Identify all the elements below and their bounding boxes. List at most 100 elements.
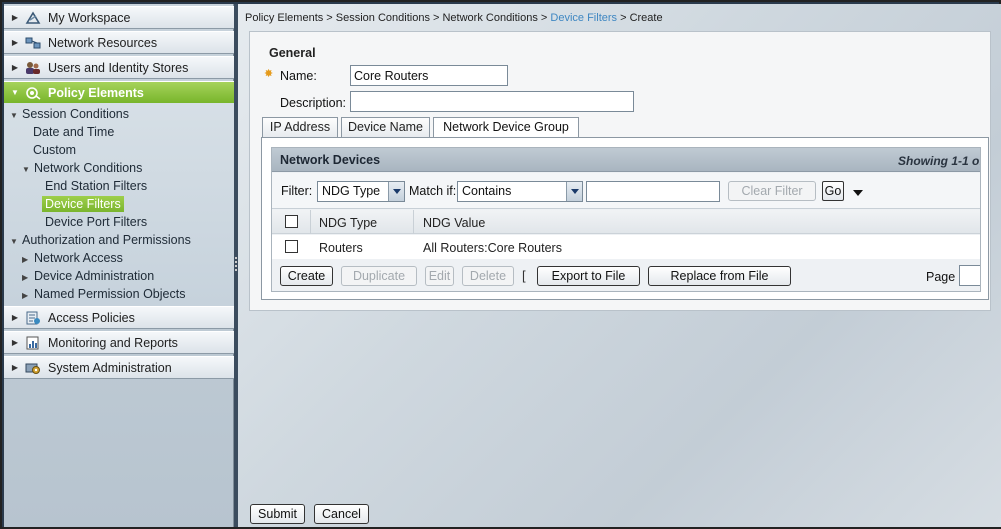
clear-filter-button[interactable]: Clear Filter: [728, 181, 816, 201]
network-resources-icon: [24, 35, 42, 51]
submit-button[interactable]: Submit: [250, 504, 305, 524]
splitter-grip: [235, 257, 237, 273]
export-to-file-button[interactable]: Export to File: [537, 266, 640, 286]
drawer-label: System Administration: [48, 360, 172, 375]
cell-ndg-value: All Routers:Core Routers: [423, 241, 562, 255]
breadcrumb-tail: > Create: [617, 12, 663, 24]
tree-collapse-icon: ▼: [22, 165, 30, 174]
chevron-down-icon: [566, 182, 582, 201]
expand-arrow-icon: ▶: [11, 313, 19, 322]
policy-elements-icon: [24, 85, 42, 101]
drawer-system-administration[interactable]: ▶ System Administration: [4, 356, 234, 379]
drawer-label: Access Policies: [48, 310, 135, 325]
match-condition-value: Contains: [462, 184, 512, 198]
expand-arrow-icon: ▶: [11, 38, 19, 47]
create-button[interactable]: Create: [280, 266, 333, 286]
tab-network-device-group[interactable]: Network Device Group: [433, 117, 579, 139]
filter-text-input[interactable]: [586, 181, 720, 202]
chevron-down-icon: [388, 182, 404, 201]
expand-arrow-icon: ▶: [11, 13, 19, 22]
delete-button[interactable]: Delete: [462, 266, 514, 286]
breadcrumb: Policy Elements > Session Conditions > N…: [245, 12, 663, 24]
drawer-my-workspace[interactable]: ▶ My Workspace: [4, 6, 234, 29]
tree-item-date-and-time[interactable]: Date and Time: [33, 123, 114, 141]
table-row[interactable]: Routers All Routers:Core Routers: [272, 235, 980, 259]
toolbar-divider: [: [522, 268, 526, 283]
grid-action-bar: Create Duplicate Edit Delete [ Export to…: [272, 260, 980, 291]
tab-ip-address[interactable]: IP Address: [262, 117, 338, 138]
row-checkbox[interactable]: [285, 240, 298, 253]
tab-device-name[interactable]: Device Name: [341, 117, 430, 138]
name-input[interactable]: [350, 65, 508, 86]
grid-header: Network Devices Showing 1-1 of 1: [272, 148, 980, 172]
tree-collapse-icon: ▼: [10, 111, 18, 120]
match-if-label: Match if:: [409, 184, 457, 198]
breadcrumb-current[interactable]: Device Filters: [550, 12, 617, 24]
cancel-button[interactable]: Cancel: [314, 504, 369, 524]
drawer-network-resources[interactable]: ▶ Network Resources: [4, 31, 234, 54]
match-condition-select[interactable]: Contains: [457, 181, 583, 202]
tree-item-network-conditions[interactable]: ▼ Network Conditions: [22, 159, 142, 177]
tree-item-device-filters[interactable]: Device Filters: [42, 195, 124, 213]
users-icon: [24, 60, 42, 76]
filter-field-select[interactable]: NDG Type: [317, 181, 405, 202]
filter-label: Filter:: [281, 184, 313, 198]
page-number-input[interactable]: [959, 265, 980, 286]
drawer-label: Network Resources: [48, 35, 158, 50]
breadcrumb-path[interactable]: Policy Elements > Session Conditions > N…: [245, 12, 550, 24]
tab-panel-network-device-group: Network Devices Showing 1-1 of 1 Filter:…: [261, 137, 989, 300]
expand-arrow-icon: ▶: [11, 63, 19, 72]
tree-item-device-administration[interactable]: ▶ Device Administration: [22, 267, 154, 285]
column-ndg-type[interactable]: NDG Type: [319, 216, 377, 230]
go-button[interactable]: Go: [822, 181, 844, 201]
system-admin-icon: [24, 360, 42, 376]
expand-arrow-icon: ▶: [11, 363, 19, 372]
drawer-access-policies[interactable]: ▶ Access Policies: [4, 306, 234, 329]
expand-arrow-icon: ▶: [11, 338, 19, 347]
tree-item-device-port-filters[interactable]: Device Port Filters: [45, 213, 147, 231]
cell-ndg-type: Routers: [319, 241, 363, 255]
app-window: ▶ My Workspace ▶ Network Resources ▶ Use…: [0, 0, 1001, 529]
name-label: Name:: [280, 69, 317, 83]
tree-item-named-permission-objects[interactable]: ▶ Named Permission Objects: [22, 285, 185, 303]
collapse-arrow-icon: ▼: [11, 88, 19, 97]
drawer-label: Monitoring and Reports: [48, 335, 178, 350]
tree-item-session-conditions[interactable]: ▼ Session Conditions: [10, 105, 129, 123]
tree-collapse-icon: ▼: [10, 237, 18, 246]
drawer-label: Users and Identity Stores: [48, 60, 189, 75]
tree-item-end-station-filters[interactable]: End Station Filters: [45, 177, 147, 195]
grid-title: Network Devices: [280, 153, 381, 167]
grid-record-count: Showing 1-1 of 1: [898, 154, 980, 168]
drawer-label: Policy Elements: [48, 85, 144, 100]
replace-from-file-button[interactable]: Replace from File: [648, 266, 791, 286]
description-input[interactable]: [350, 91, 634, 112]
workspace-icon: [24, 10, 42, 26]
page-label: Page: [926, 270, 956, 284]
access-policies-icon: [24, 310, 42, 326]
drawer-label: My Workspace: [48, 10, 131, 25]
sidebar: ▶ My Workspace ▶ Network Resources ▶ Use…: [4, 4, 234, 527]
duplicate-button[interactable]: Duplicate: [341, 266, 417, 286]
description-label: Description:: [280, 96, 346, 110]
monitoring-icon: [24, 335, 42, 351]
section-title-general: General: [269, 46, 316, 60]
tree-expand-icon: ▶: [22, 291, 29, 300]
tree-item-authorization-permissions[interactable]: ▼ Authorization and Permissions: [10, 231, 191, 249]
tree-item-custom[interactable]: Custom: [33, 141, 76, 159]
main-content: Policy Elements > Session Conditions > N…: [238, 4, 1001, 527]
select-all-checkbox[interactable]: [285, 215, 298, 228]
filter-field-value: NDG Type: [322, 184, 381, 198]
device-filter-form: General ✸ Name: Description: IP Address …: [249, 31, 991, 311]
filter-toolbar: Filter: NDG Type Match if: Contains Clea…: [272, 173, 980, 209]
edit-button[interactable]: Edit: [425, 266, 454, 286]
drawer-users-identity-stores[interactable]: ▶ Users and Identity Stores: [4, 56, 234, 79]
grid-column-header: NDG Type NDG Value: [272, 210, 980, 234]
drawer-policy-elements[interactable]: ▼ Policy Elements: [4, 81, 234, 104]
column-separator: [310, 210, 311, 234]
drawer-monitoring-reports[interactable]: ▶ Monitoring and Reports: [4, 331, 234, 354]
column-ndg-value[interactable]: NDG Value: [423, 216, 485, 230]
column-separator: [413, 210, 414, 234]
network-devices-grid: Network Devices Showing 1-1 of 1 Filter:…: [271, 147, 981, 292]
tree-item-network-access[interactable]: ▶ Network Access: [22, 249, 123, 267]
filter-options-icon[interactable]: [852, 186, 864, 200]
